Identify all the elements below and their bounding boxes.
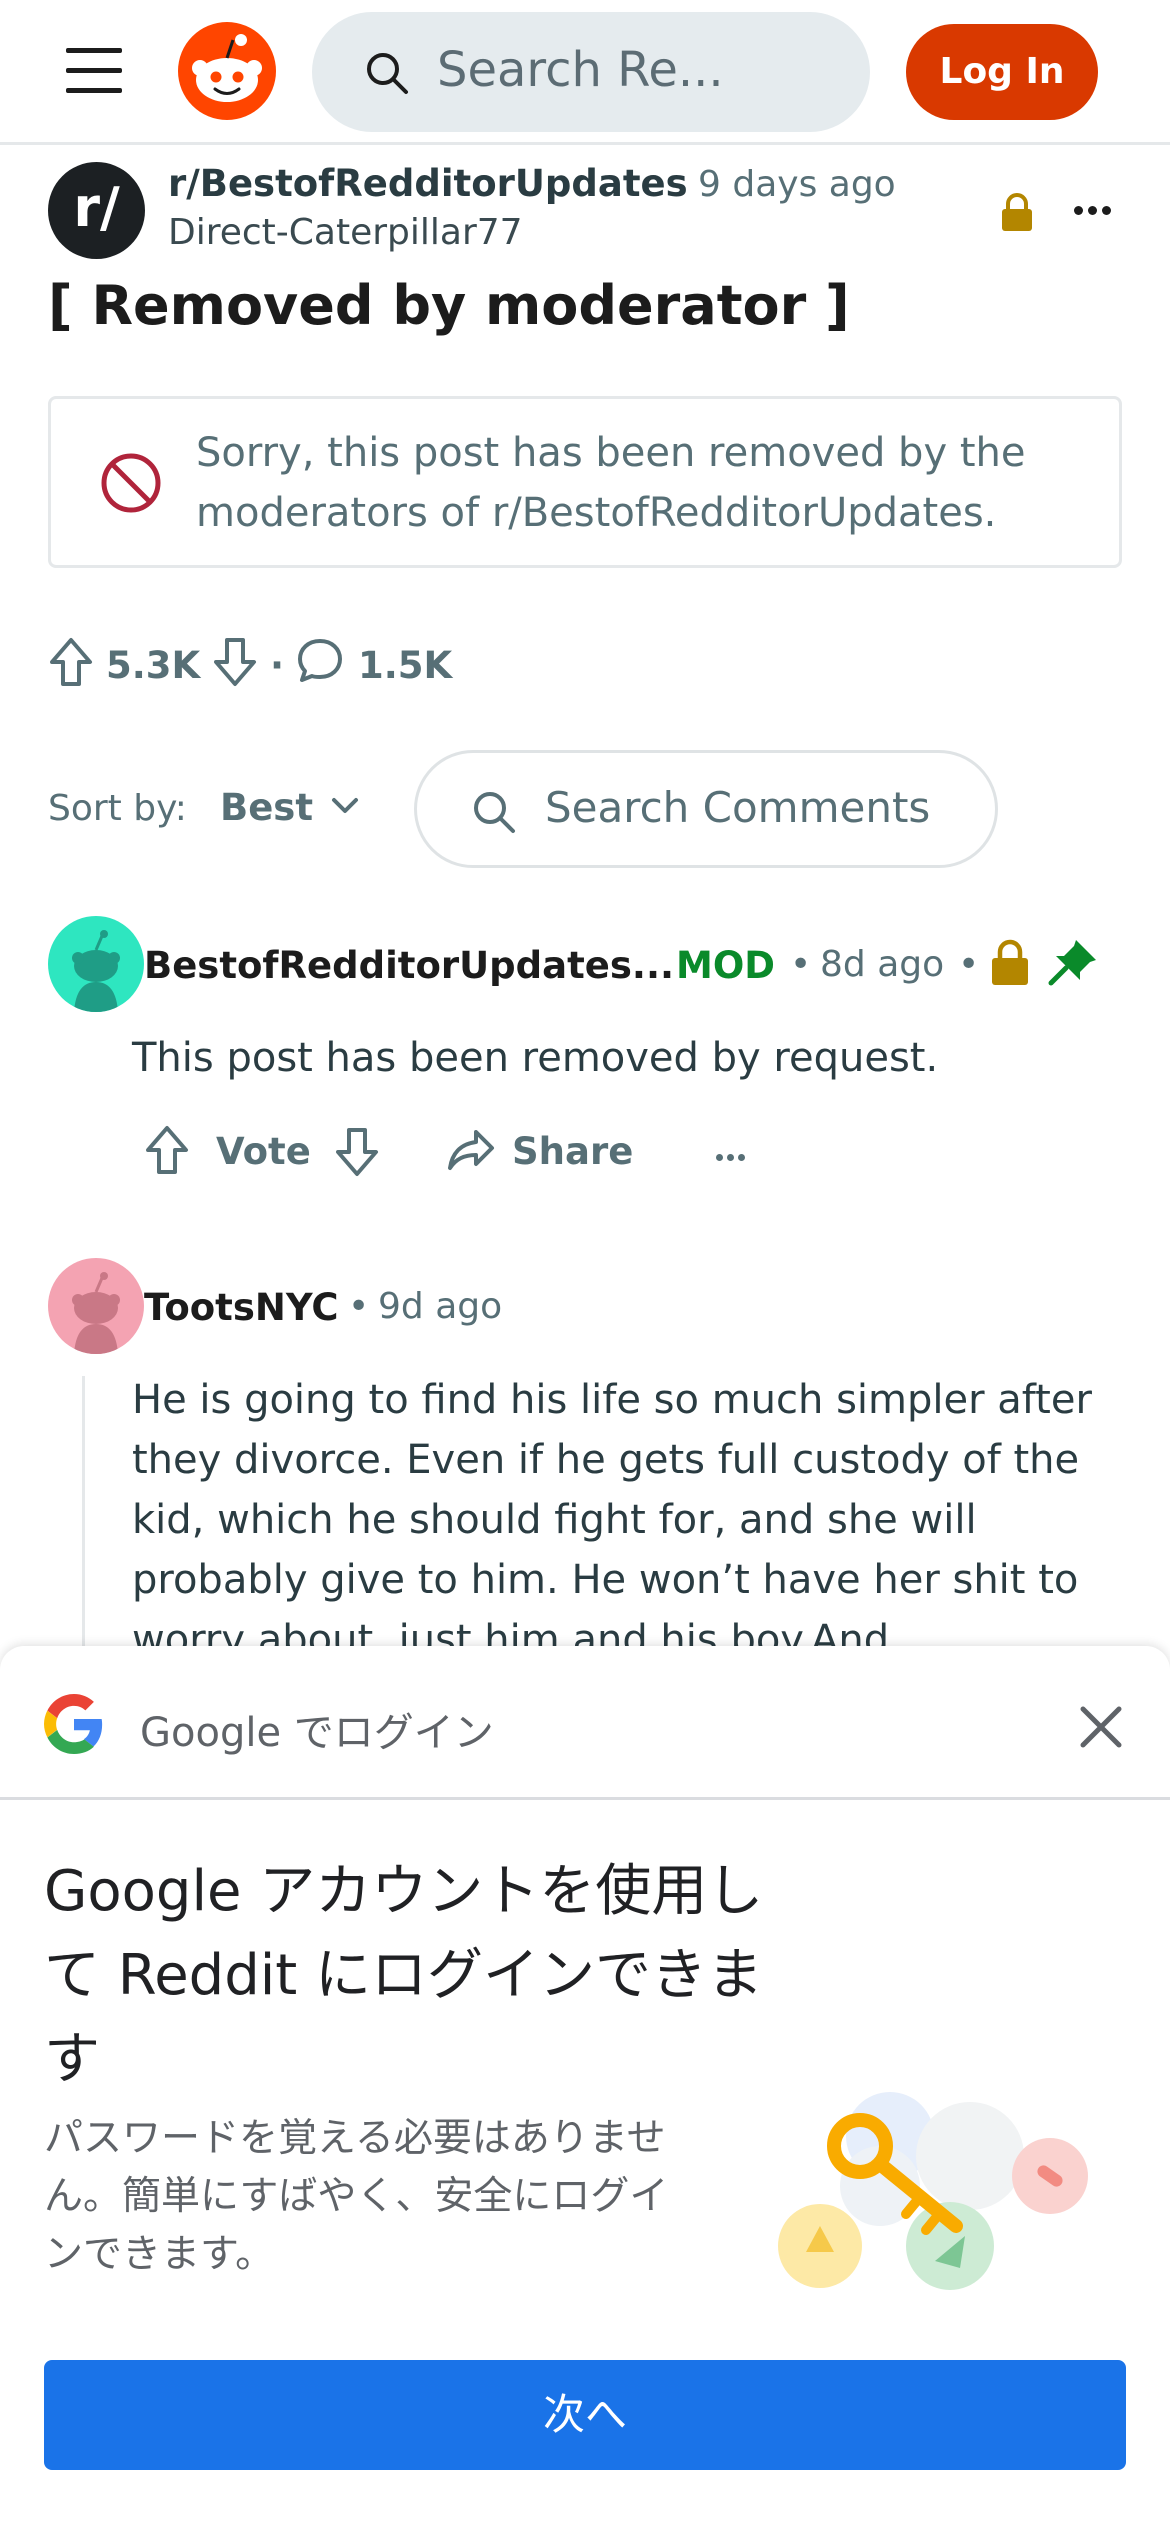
comment-search-input[interactable]: Search Comments [414,750,998,868]
vote-label: Vote [216,1130,311,1173]
avatar[interactable] [48,916,144,1012]
chevron-down-icon[interactable] [330,796,360,820]
action-separator: · [270,644,285,687]
login-button[interactable]: Log In [906,24,1098,120]
post-time: 9 days ago [698,164,896,205]
pin-icon [1046,936,1100,992]
comment-author[interactable]: BestofRedditorUpdates... [144,944,674,987]
subreddit-name[interactable]: r/BestofRedditorUpdates [168,162,688,205]
upvote-icon[interactable] [48,636,94,692]
meta-separator: • [790,944,812,985]
sort-dropdown[interactable]: Best [220,786,313,829]
google-logo [44,1694,104,1758]
comment-time: 8d ago [820,944,945,985]
lock-icon [1000,192,1034,236]
removed-message: Sorry, this post has been removed by the… [196,430,1026,536]
comment-body: This post has been removed by request. [132,1035,939,1081]
top-header: Search Re... Log In [0,0,1170,145]
search-bar[interactable]: Search Re... [312,12,870,132]
search-icon [364,50,410,100]
comment-search-placeholder: Search Comments [545,783,931,832]
next-button[interactable]: 次へ [44,2360,1126,2470]
share-button[interactable]: Share [512,1130,633,1173]
search-placeholder: Search Re... [437,42,724,98]
comment-icon[interactable] [296,636,344,688]
comment-count: 1.5K [358,644,453,687]
thread-line[interactable] [82,1376,85,1676]
downvote-icon[interactable] [334,1126,380,1182]
search-icon [471,789,517,839]
key-illustration [760,2076,1100,2316]
close-icon[interactable] [1078,1704,1124,1754]
avatar[interactable] [48,1258,144,1354]
google-signin-header-text: Google でログイン [140,1710,494,1756]
more-options-icon[interactable] [716,1146,750,1165]
subreddit-avatar[interactable]: r/ [48,162,145,259]
menu-icon[interactable] [66,48,122,94]
lock-icon [990,938,1030,990]
google-signin-sheet: Google でログイン Google アカウントを使用して Reddit にロ… [0,1646,1170,2532]
post-title: [ Removed by moderator ] [48,274,850,337]
mod-badge: MOD [676,944,775,987]
share-icon[interactable] [446,1128,496,1176]
downvote-icon[interactable] [212,636,258,692]
post-author[interactable]: Direct-Caterpillar77 [168,212,523,253]
google-signin-header: Google でログイン [0,1646,1170,1800]
sort-label: Sort by: [48,788,187,829]
upvote-icon[interactable] [144,1124,190,1180]
google-signin-description: パスワードを覚える必要はありません。簡単にすばやく、安全にログインできます。 [44,2116,669,2277]
meta-separator: • [348,1286,370,1327]
meta-separator: • [958,944,980,985]
comment-time: 9d ago [378,1286,503,1327]
more-options-icon[interactable] [1074,200,1116,219]
ban-icon [99,451,163,519]
reddit-logo[interactable] [178,22,276,120]
google-signin-title: Google アカウントを使用して Reddit にログインできます [44,1859,764,2092]
comment-author[interactable]: TootsNYC [144,1286,338,1329]
comment-body: He is going to find his life so much sim… [132,1377,1092,1663]
upvote-count: 5.3K [106,644,201,687]
app-root: Search Re... Log In r/ r/BestofRedditorU… [0,0,1170,2532]
removed-notice: Sorry, this post has been removed by the… [48,396,1122,568]
